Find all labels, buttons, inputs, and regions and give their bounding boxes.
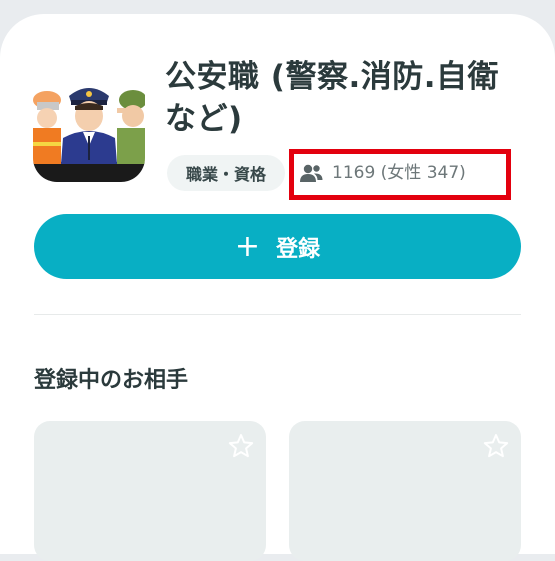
section-title: 登録中のお相手	[34, 368, 189, 393]
people-icon	[300, 164, 323, 182]
plus-icon: +	[234, 228, 261, 264]
register-button-label: 登録	[276, 236, 321, 262]
member-count: 1169 (女性 347)	[332, 163, 466, 183]
community-icon	[33, 66, 145, 182]
star-outline-icon[interactable]	[483, 433, 509, 459]
divider	[34, 314, 521, 315]
community-title: 公安職 (警察.消防.自衛など)	[165, 59, 500, 137]
star-outline-icon[interactable]	[228, 433, 254, 459]
category-tag[interactable]: 職業・資格	[167, 155, 285, 191]
member-card[interactable]	[34, 421, 266, 561]
member-card[interactable]	[289, 421, 521, 561]
register-button[interactable]: + 登録	[34, 214, 521, 279]
